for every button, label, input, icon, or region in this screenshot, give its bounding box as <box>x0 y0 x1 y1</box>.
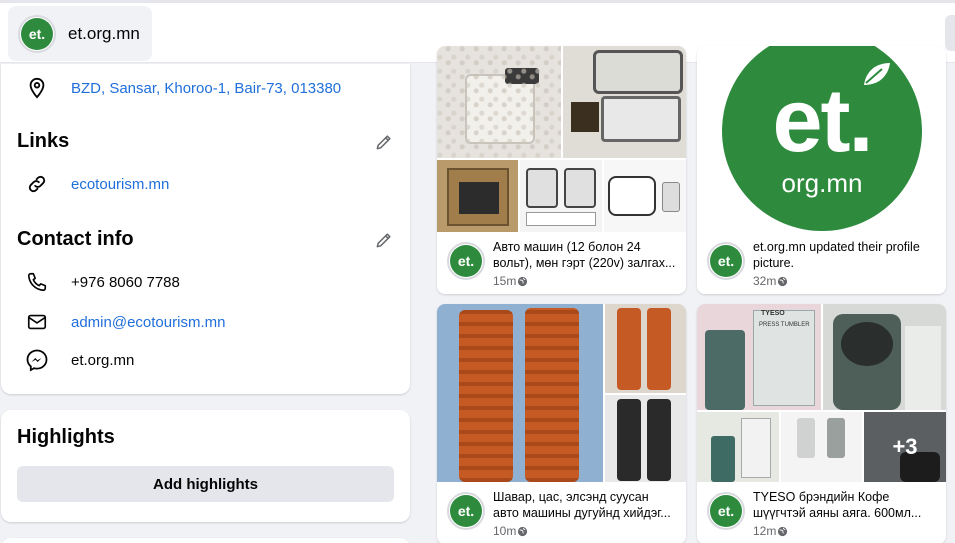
page-avatar: et. <box>18 14 56 53</box>
top-right-button[interactable] <box>945 15 955 51</box>
phone-number: +976 8060 7788 <box>71 273 180 291</box>
leaf-icon <box>864 63 890 85</box>
post-avatar[interactable]: et. <box>707 492 745 530</box>
profile-logo-sub: org.mn <box>781 168 863 198</box>
avatar-logo-text: et. <box>717 253 735 269</box>
photo-post-1[interactable]: et. Авто машин (12 болон 24 вольт), мөн … <box>437 46 686 294</box>
post-time[interactable]: 12m <box>753 524 788 538</box>
location-pin-icon <box>23 74 51 102</box>
link-icon <box>23 170 51 198</box>
profile-logo-text: et. <box>772 71 873 171</box>
intro-card: BZD, Sansar, Khoroo-1, Bair-73, 013380 L… <box>1 64 410 394</box>
more-photos-overlay[interactable]: +3 <box>864 412 946 482</box>
email-link[interactable]: admin@ecotourism.mn <box>71 314 225 331</box>
photo-tile[interactable] <box>437 46 561 158</box>
photo-tile[interactable] <box>520 160 602 232</box>
photo-post-4[interactable]: TYESO PRESS TUMBLER +3 et. TYESO брэндий… <box>697 304 946 543</box>
website-link[interactable]: ecotourism.mn <box>71 176 169 193</box>
profile-logo: et. org.mn <box>722 46 922 231</box>
post-media[interactable]: et. org.mn <box>697 46 946 232</box>
avatar-logo-text: et. <box>717 503 735 519</box>
profile-picture-post[interactable]: et. org.mn et. et.org.mn updated their p… <box>697 46 946 294</box>
photo-post-3[interactable]: et. Шавар, цас, элсэнд суусан авто машин… <box>437 304 686 543</box>
messenger-name: et.org.mn <box>71 351 135 369</box>
photo-tile[interactable] <box>605 304 686 393</box>
page-chip[interactable]: et. et.org.mn <box>8 6 152 61</box>
photo-tile[interactable] <box>781 412 862 482</box>
address-link[interactable]: BZD, Sansar, Khoroo-1, Bair-73, 013380 <box>71 80 341 97</box>
avatar-logo-text: et. <box>28 25 46 42</box>
post-timestamp: 15m <box>493 274 517 288</box>
phone-icon <box>23 268 51 296</box>
photo-tile[interactable] <box>604 160 686 232</box>
edit-contact-pencil-icon[interactable] <box>374 230 394 250</box>
add-highlights-button[interactable]: Add highlights <box>17 466 394 502</box>
post-caption[interactable]: TYESO брэндийн Кофе шүүгчтэй аяны аяга. … <box>753 489 936 523</box>
tumbler-product-label: PRESS TUMBLER <box>759 322 810 328</box>
post-time[interactable]: 10m <box>493 524 528 538</box>
edit-links-pencil-icon[interactable] <box>374 132 394 152</box>
post-time[interactable]: 15m <box>493 274 528 288</box>
highlights-card: Highlights Add highlights <box>1 410 410 522</box>
photo-tile[interactable] <box>823 304 946 410</box>
links-title: Links <box>17 130 70 152</box>
post-avatar[interactable]: et. <box>447 242 485 280</box>
contact-info-title: Contact info <box>17 228 134 250</box>
post-timestamp: 32m <box>753 274 777 288</box>
avatar-logo-text: et. <box>457 253 475 269</box>
address-row: BZD, Sansar, Khoroo-1, Bair-73, 013380 <box>23 74 341 102</box>
email-row: admin@ecotourism.mn <box>23 308 225 336</box>
post-timestamp: 10m <box>493 524 517 538</box>
post-timestamp: 12m <box>753 524 777 538</box>
post-caption[interactable]: Шавар, цас, элсэнд суусан авто машины ду… <box>493 489 676 523</box>
highlights-title: Highlights <box>17 426 115 448</box>
post-avatar[interactable]: et. <box>447 492 485 530</box>
messenger-row: et.org.mn <box>23 346 134 374</box>
photo-tile[interactable] <box>437 160 518 232</box>
photo-tile[interactable] <box>563 46 686 158</box>
post-media[interactable]: TYESO PRESS TUMBLER +3 <box>697 304 946 482</box>
globe-icon <box>518 276 528 286</box>
phone-row: +976 8060 7788 <box>23 268 180 296</box>
next-card <box>1 538 410 543</box>
post-avatar[interactable]: et. <box>707 242 745 280</box>
tumbler-brand-label: TYESO <box>761 310 785 317</box>
page-name: et.org.mn <box>68 23 140 43</box>
avatar-logo-text: et. <box>457 503 475 519</box>
globe-icon <box>518 526 528 536</box>
post-media[interactable] <box>437 304 686 482</box>
globe-icon <box>778 276 788 286</box>
mail-icon <box>23 308 51 336</box>
photo-tile[interactable]: +3 <box>864 412 946 482</box>
post-caption[interactable]: Авто машин (12 болон 24 вольт), мөн гэрт… <box>493 239 676 273</box>
website-row: ecotourism.mn <box>23 170 169 198</box>
post-time[interactable]: 32m <box>753 274 788 288</box>
post-media[interactable] <box>437 46 686 232</box>
photo-tile[interactable]: TYESO PRESS TUMBLER <box>697 304 821 410</box>
messenger-icon <box>23 346 51 374</box>
post-meta: et. Авто машин (12 болон 24 вольт), мөн … <box>437 232 686 294</box>
photo-tile[interactable] <box>697 412 779 482</box>
photo-tile[interactable] <box>437 304 603 482</box>
post-meta: et. et.org.mn updated their profile pict… <box>697 232 946 294</box>
photo-tile[interactable] <box>605 395 686 482</box>
post-caption[interactable]: et.org.mn updated their profile picture. <box>753 239 936 273</box>
globe-icon <box>778 526 788 536</box>
post-meta: et. TYESO брэндийн Кофе шүүгчтэй аяны ая… <box>697 482 946 543</box>
post-meta: et. Шавар, цас, элсэнд суусан авто машин… <box>437 482 686 543</box>
